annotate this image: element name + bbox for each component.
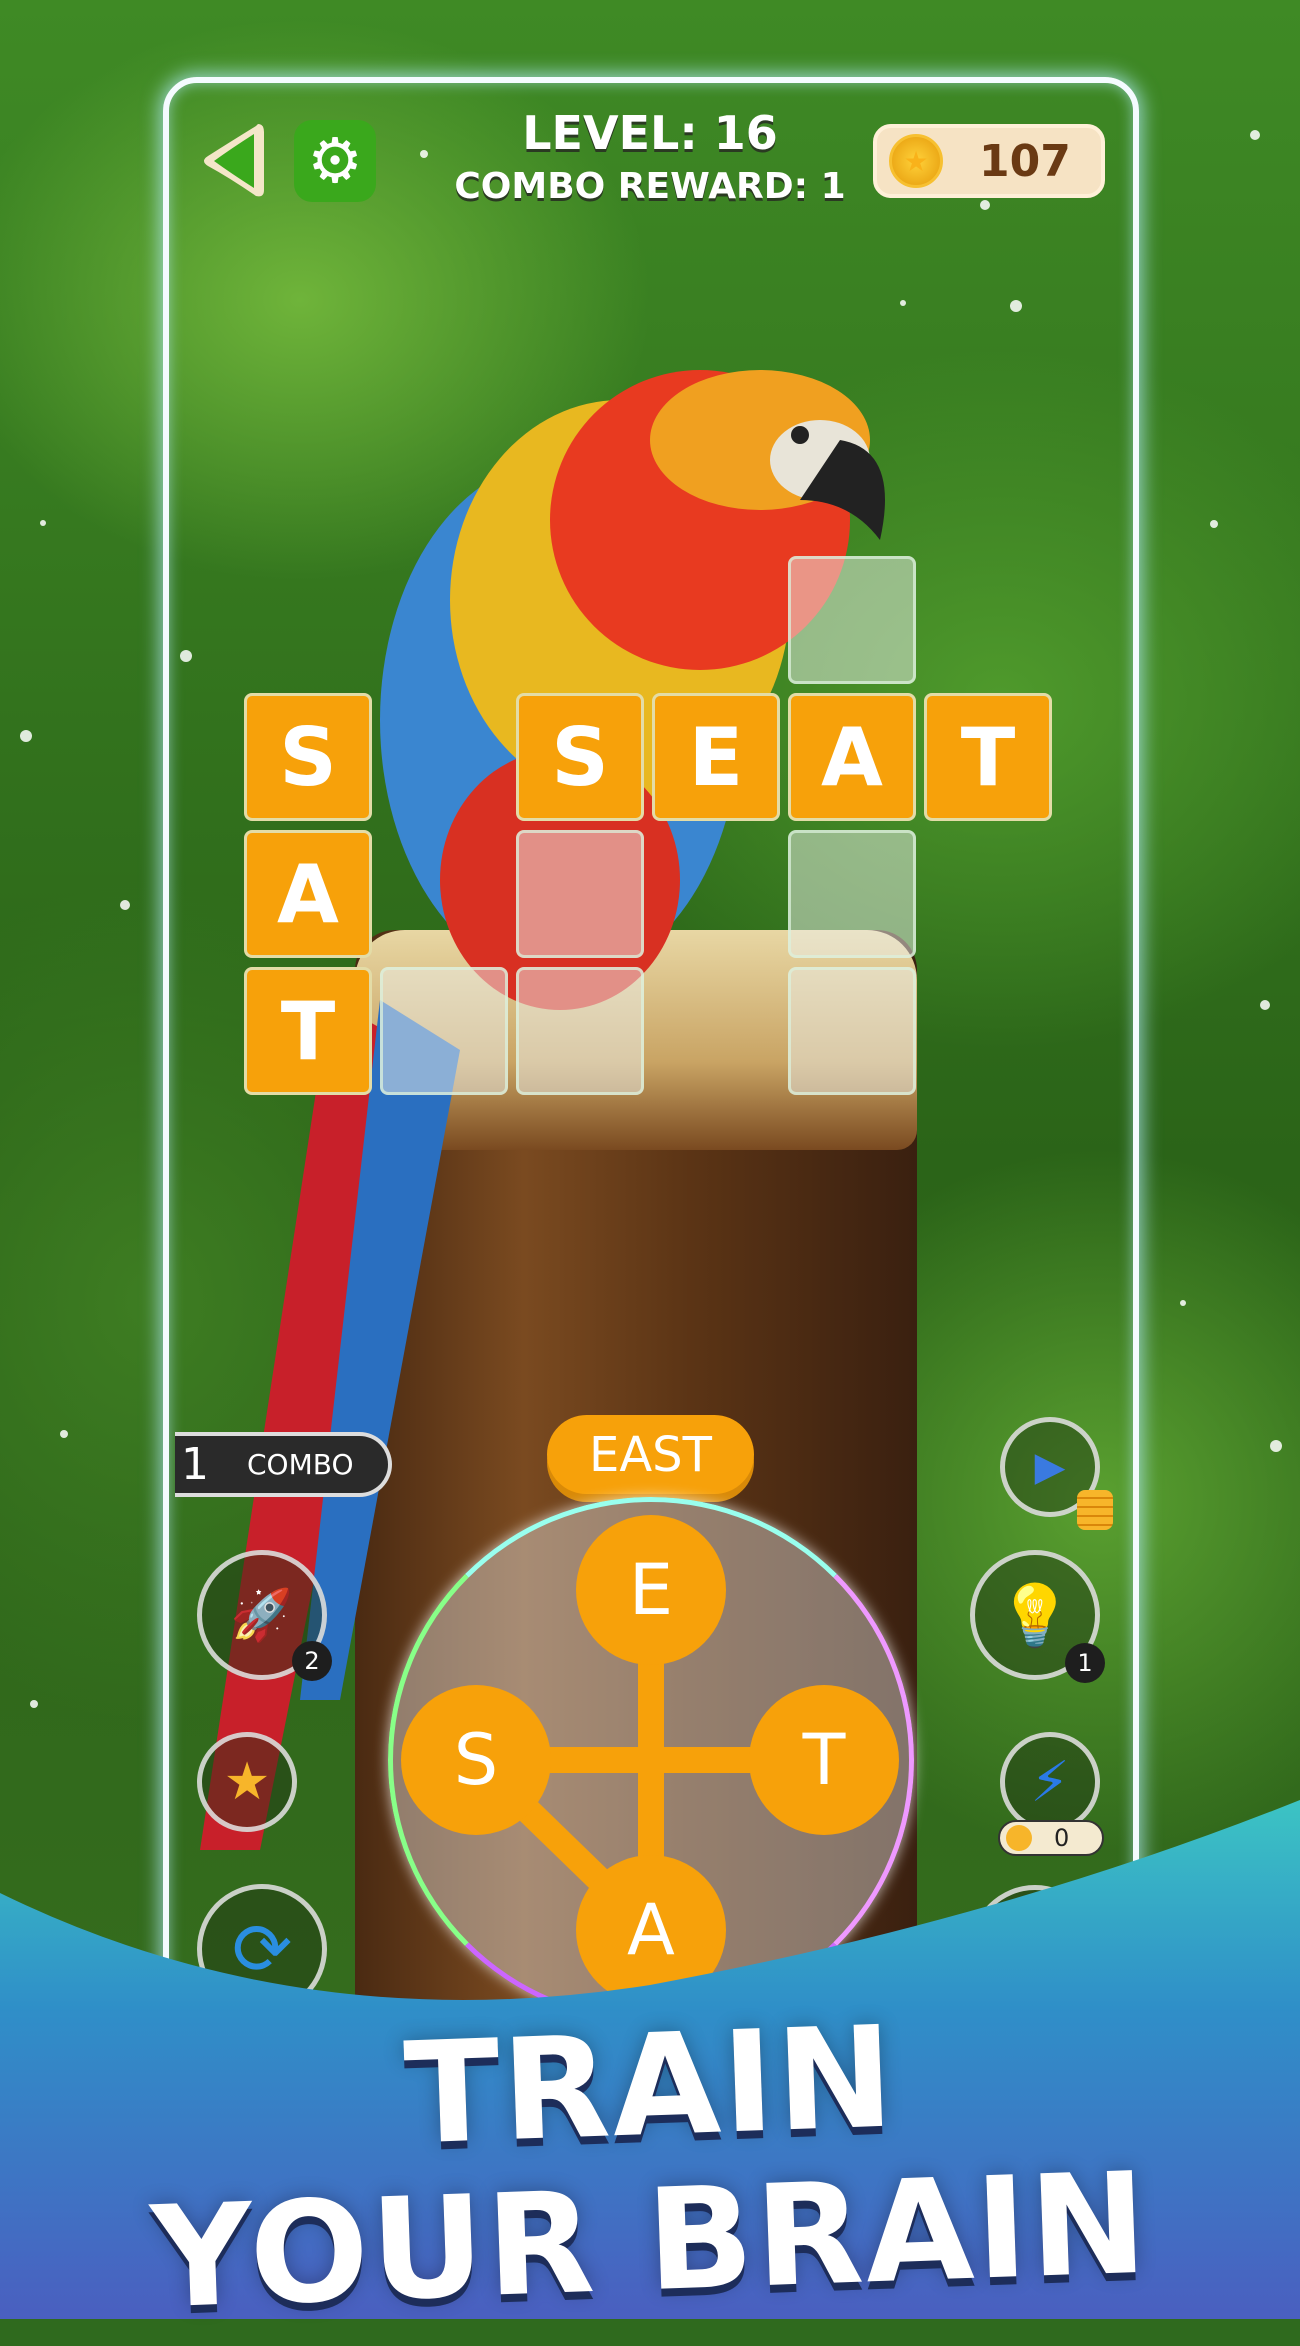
wave-banner (0, 1800, 1300, 2319)
